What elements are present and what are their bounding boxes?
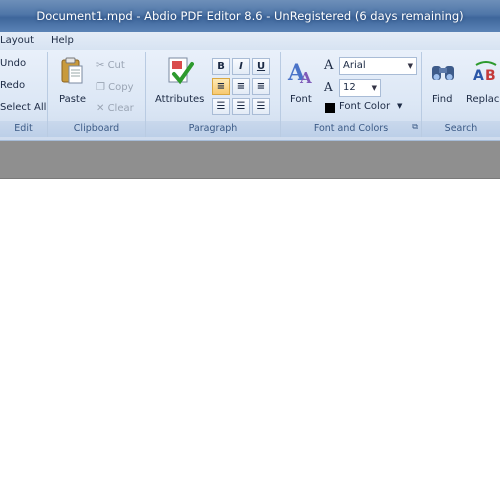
search-group-label: Search bbox=[422, 121, 500, 137]
replace-icon: A B bbox=[473, 61, 497, 84]
chevron-down-icon: ▼ bbox=[397, 102, 403, 110]
clear-label: Clear bbox=[107, 103, 134, 114]
window-title: Document1.mpd - Abdio PDF Editor 8.6 - U… bbox=[36, 9, 464, 23]
cut-label: Cut bbox=[107, 60, 125, 71]
find-label: Find bbox=[432, 94, 453, 105]
bullet-list-button[interactable]: ☰ bbox=[212, 98, 230, 115]
paragraph-group: Attributes B I U ≡ ≡ ≡ ☰ ☰ ☰ Paragraph bbox=[146, 52, 281, 137]
align-center-icon: ≡ bbox=[236, 81, 246, 92]
binoculars-icon bbox=[432, 66, 454, 80]
chevron-down-icon: ▼ bbox=[371, 84, 377, 92]
indent-button[interactable]: ☰ bbox=[252, 98, 270, 115]
font-color-label: Font Color bbox=[339, 101, 391, 112]
title-bar: Document1.mpd - Abdio PDF Editor 8.6 - U… bbox=[0, 0, 500, 32]
italic-button[interactable]: I bbox=[232, 58, 250, 75]
svg-text:B: B bbox=[485, 68, 496, 84]
bullet-list-icon: ☰ bbox=[216, 101, 226, 112]
font-icon: A A bbox=[287, 60, 312, 86]
menu-layout[interactable]: Layout bbox=[0, 35, 34, 46]
ribbon: Undo Redo Select All Edit Paste ✂ Cut ❐ … bbox=[0, 50, 500, 141]
bold-button[interactable]: B bbox=[212, 58, 230, 75]
font-size-icon: A bbox=[324, 80, 333, 94]
numbered-list-button[interactable]: ☰ bbox=[232, 98, 250, 115]
search-group: Find A B Replace Search bbox=[422, 52, 500, 137]
svg-text:A: A bbox=[473, 68, 484, 84]
copy-icon: ❐ bbox=[96, 82, 105, 93]
numbered-list-icon: ☰ bbox=[236, 101, 246, 112]
paste-label: Paste bbox=[59, 94, 86, 105]
align-center-button[interactable]: ≡ bbox=[232, 78, 250, 95]
clear-icon: ✕ bbox=[96, 103, 105, 114]
scissors-icon: ✂ bbox=[96, 60, 105, 71]
align-left-button[interactable]: ≡ bbox=[212, 78, 230, 95]
attributes-label: Attributes bbox=[155, 94, 205, 105]
font-label: Font bbox=[290, 94, 312, 105]
replace-label: Replace bbox=[466, 94, 500, 105]
dialog-launcher-icon[interactable]: ⧉ bbox=[412, 119, 418, 135]
align-right-button[interactable]: ≡ bbox=[252, 78, 270, 95]
font-face-icon: A bbox=[324, 58, 334, 73]
cut-button[interactable]: ✂ Cut bbox=[96, 60, 125, 71]
font-name-select[interactable]: Arial ▼ bbox=[339, 57, 417, 75]
paste-icon bbox=[61, 57, 83, 84]
chevron-down-icon: ▼ bbox=[407, 62, 413, 70]
font-group: A A Font A Arial ▼ A 12 ▼ Font Color ▼ F… bbox=[281, 52, 422, 137]
menu-help[interactable]: Help bbox=[51, 35, 74, 46]
undo-button[interactable]: Undo bbox=[0, 58, 26, 69]
paragraph-group-label: Paragraph bbox=[146, 121, 280, 137]
align-right-icon: ≡ bbox=[256, 81, 266, 92]
copy-button[interactable]: ❐ Copy bbox=[96, 82, 134, 93]
clear-button[interactable]: ✕ Clear bbox=[96, 103, 134, 114]
copy-label: Copy bbox=[108, 82, 134, 93]
indent-icon: ☰ bbox=[256, 101, 266, 112]
clipboard-group: Paste ✂ Cut ❐ Copy ✕ Clear Clipboard bbox=[48, 52, 146, 137]
font-size-value: 12 bbox=[343, 82, 356, 93]
attributes-icon bbox=[168, 57, 194, 85]
font-color-swatch bbox=[325, 103, 335, 113]
select-all-button[interactable]: Select All bbox=[0, 102, 46, 113]
align-left-icon: ≡ bbox=[216, 81, 226, 92]
clipboard-group-label: Clipboard bbox=[48, 121, 145, 137]
underline-button[interactable]: U bbox=[252, 58, 270, 75]
edit-group-label: Edit bbox=[0, 121, 47, 137]
svg-text:A: A bbox=[299, 69, 312, 86]
edit-group: Undo Redo Select All Edit bbox=[0, 52, 48, 137]
font-size-select[interactable]: 12 ▼ bbox=[339, 79, 381, 97]
menu-bar: Layout Help bbox=[0, 32, 500, 50]
font-group-label-text: Font and Colors bbox=[313, 123, 389, 134]
document-canvas[interactable] bbox=[0, 179, 500, 500]
font-name-value: Arial bbox=[343, 60, 366, 71]
toolbar-panel bbox=[0, 141, 500, 179]
font-group-label: Font and Colors ⧉ bbox=[281, 121, 421, 137]
redo-button[interactable]: Redo bbox=[0, 80, 25, 91]
